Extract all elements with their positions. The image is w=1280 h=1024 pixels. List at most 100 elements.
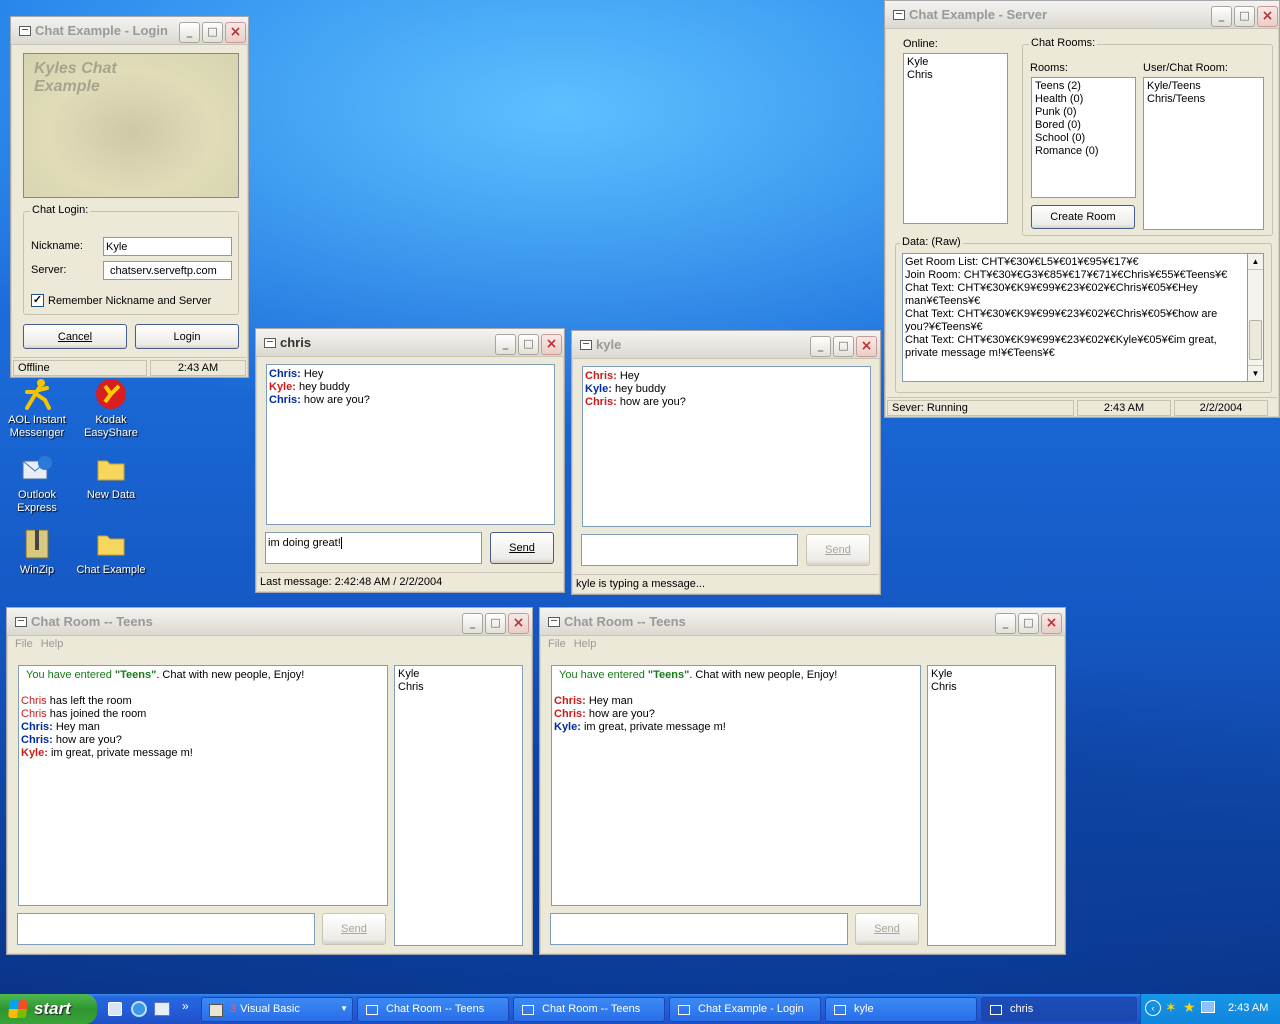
room-user-item[interactable]: Chris	[398, 681, 519, 694]
outlook-express-quick-icon[interactable]	[154, 1002, 170, 1016]
event-user: Chris	[21, 695, 47, 707]
login-button[interactable]: Login	[135, 324, 239, 349]
user-chat-room-list[interactable]: Kyle/Teens Chris/Teens	[1143, 77, 1264, 230]
room-item[interactable]: Romance (0)	[1035, 145, 1132, 158]
desktop-icon-outlook[interactable]: Outlook Express	[0, 453, 74, 515]
quick-launch-more[interactable]: »	[182, 999, 189, 1013]
send-button[interactable]: Send	[806, 534, 870, 566]
menu-help[interactable]: Help	[41, 638, 64, 650]
user-room-item[interactable]: Kyle/Teens	[1147, 80, 1260, 93]
close-button[interactable]: ×	[856, 336, 877, 357]
minimize-button[interactable]: _	[495, 334, 516, 355]
chat-line: Chris: how are you?	[585, 396, 868, 409]
create-room-button[interactable]: Create Room	[1031, 205, 1135, 229]
close-button[interactable]: ×	[1041, 613, 1062, 634]
message-input[interactable]	[550, 913, 848, 945]
menu-help[interactable]: Help	[574, 638, 597, 650]
taskbar-item-chat-room-2[interactable]: Chat Room -- Teens	[513, 997, 665, 1022]
nickname-input[interactable]: Kyle	[103, 237, 232, 256]
title-bar[interactable]: chris _ □ ×	[256, 329, 564, 357]
chat-line: Kyle: hey buddy	[269, 381, 552, 394]
remember-checkbox[interactable]: ✓	[31, 294, 44, 307]
chat-text: Hey man	[52, 721, 100, 733]
send-button[interactable]: Send	[855, 913, 919, 945]
maximize-button[interactable]: □	[833, 336, 854, 357]
room-users-list[interactable]: Kyle Chris	[394, 665, 523, 946]
aim-tray-icon[interactable]: ✶	[1165, 999, 1177, 1016]
scroll-up-arrow[interactable]: ▲	[1248, 254, 1263, 270]
send-button[interactable]: Send	[490, 532, 554, 564]
close-button[interactable]: ×	[541, 334, 562, 355]
room-item[interactable]: Health (0)	[1035, 93, 1132, 106]
visual-basic-icon	[209, 1004, 223, 1017]
title-bar[interactable]: Chat Room -- Teens _ □ ×	[540, 608, 1065, 636]
desktop-icon-new-data[interactable]: New Data	[74, 453, 148, 502]
close-button[interactable]: ×	[1257, 6, 1278, 27]
message-input[interactable]	[17, 913, 315, 945]
rooms-list[interactable]: Teens (2) Health (0) Punk (0) Bored (0) Scho…	[1031, 77, 1136, 198]
server-status: Sever: Running	[887, 400, 1074, 416]
raw-data-log[interactable]: Get Room List: CHT¥€30¥€L5¥€01¥€95¥€17¥€…	[902, 253, 1248, 382]
internet-explorer-icon[interactable]	[131, 1001, 147, 1017]
maximize-button[interactable]: □	[1234, 6, 1255, 27]
chat-text: hey buddy	[611, 383, 666, 395]
minimize-button[interactable]: _	[810, 336, 831, 357]
status-date: 2/2/2004	[1174, 400, 1268, 416]
title-bar[interactable]: kyle _ □ ×	[572, 331, 880, 359]
menu-file[interactable]: File	[548, 638, 566, 650]
scroll-down-arrow[interactable]: ▼	[1248, 365, 1263, 381]
message-input[interactable]	[581, 534, 798, 566]
room-item[interactable]: Bored (0)	[1035, 119, 1132, 132]
taskbar-item-visual-basic[interactable]: 3 Visual Basic ▼	[201, 997, 353, 1022]
tray-expand-icon[interactable]: ‹	[1145, 1000, 1161, 1016]
desktop-icon-winzip[interactable]: WinZip	[0, 528, 74, 577]
minimize-button[interactable]: _	[995, 613, 1016, 634]
online-users-list[interactable]: Kyle Chris	[903, 53, 1008, 224]
chat-sender: Chris:	[585, 370, 617, 382]
room-user-item[interactable]: Kyle	[398, 668, 519, 681]
maximize-button[interactable]: □	[485, 613, 506, 634]
menu-file[interactable]: File	[15, 638, 33, 650]
raw-data-scrollbar[interactable]: ▲ ▼	[1247, 253, 1264, 382]
close-button[interactable]: ×	[225, 22, 246, 43]
maximize-button[interactable]: □	[518, 334, 539, 355]
scroll-thumb[interactable]	[1249, 320, 1262, 360]
message-input[interactable]: im doing great!	[265, 532, 482, 564]
maximize-button[interactable]: □	[202, 22, 223, 43]
chat-sender: Chris:	[21, 721, 53, 733]
taskbar-item-chat-room-1[interactable]: Chat Room -- Teens	[357, 997, 509, 1022]
chat-line: Kyle: im great, private message m!	[21, 747, 385, 760]
close-button[interactable]: ×	[508, 613, 529, 634]
maximize-button[interactable]: □	[1018, 613, 1039, 634]
room-users-list[interactable]: Kyle Chris	[927, 665, 1056, 946]
taskbar-item-chris[interactable]: chris	[981, 997, 1137, 1022]
online-user-item[interactable]: Kyle	[907, 56, 1004, 69]
desktop-icon-kodak[interactable]: Kodak EasyShare	[74, 378, 148, 440]
aim-running-man-tray-icon[interactable]: ★	[1183, 999, 1196, 1016]
room-user-item[interactable]: Chris	[931, 681, 1052, 694]
room-item[interactable]: School (0)	[1035, 132, 1132, 145]
title-bar[interactable]: Chat Example - Server _ □ ×	[885, 1, 1279, 29]
user-room-item[interactable]: Chris/Teens	[1147, 93, 1260, 106]
network-tray-icon[interactable]	[1201, 1001, 1215, 1013]
server-input[interactable]: chatserv.serveftp.com	[103, 261, 232, 280]
show-desktop-icon[interactable]	[108, 1002, 122, 1016]
title-bar[interactable]: Chat Example - Login _ □ ×	[11, 17, 248, 45]
send-button[interactable]: Send	[322, 913, 386, 945]
taskbar-item-kyle[interactable]: kyle	[825, 997, 977, 1022]
taskbar-item-login[interactable]: Chat Example - Login	[669, 997, 821, 1022]
minimize-button[interactable]: _	[1211, 6, 1232, 27]
room-item[interactable]: Teens (2)	[1035, 80, 1132, 93]
room-user-item[interactable]: Kyle	[931, 668, 1052, 681]
cancel-button[interactable]: Cancel	[23, 324, 127, 349]
logo-text: Kyles Chat Example	[34, 60, 117, 95]
desktop-icon-chat-example[interactable]: Chat Example	[74, 528, 148, 577]
room-item[interactable]: Punk (0)	[1035, 106, 1132, 119]
online-user-item[interactable]: Chris	[907, 69, 1004, 82]
desktop-icon-aol[interactable]: AOL Instant Messenger	[0, 378, 74, 440]
title-bar[interactable]: Chat Room -- Teens _ □ ×	[7, 608, 532, 636]
chat-line: Chris: how are you?	[554, 708, 918, 721]
minimize-button[interactable]: _	[462, 613, 483, 634]
start-button[interactable]: start	[0, 994, 97, 1024]
minimize-button[interactable]: _	[179, 22, 200, 43]
